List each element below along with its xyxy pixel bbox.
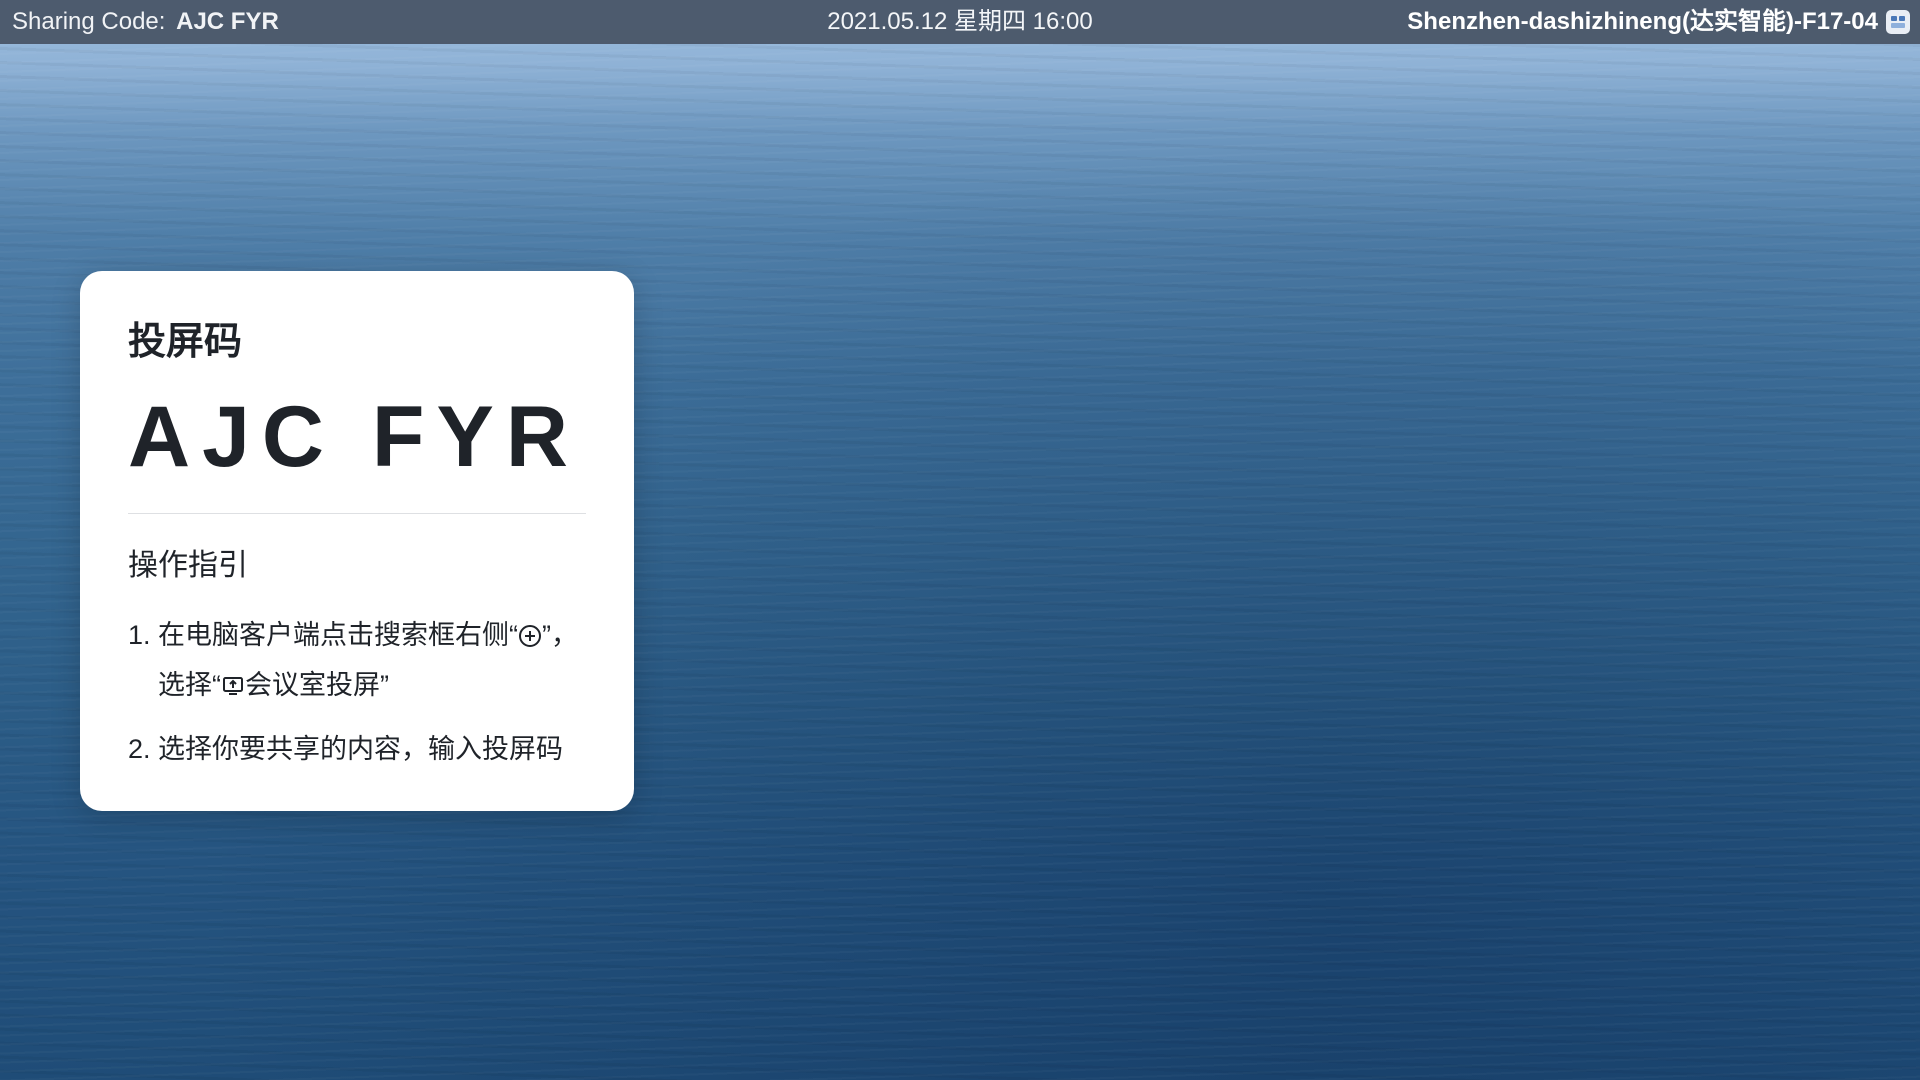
step-text-part: 在电脑客户端点击搜索框右侧“ xyxy=(158,620,518,650)
step-text-part: 会议室投屏” xyxy=(245,670,389,700)
step-text: 在电脑客户端点击搜索框右侧“ ”， 选择“ 会议室投屏” xyxy=(158,612,586,712)
screen-share-icon xyxy=(221,666,245,712)
divider xyxy=(128,513,586,514)
step-number: 2. xyxy=(128,734,151,764)
guide-steps: 1. 在电脑客户端点击搜索框右侧“ ”， 选择“ 会议室投屏” 2. 选择你要共享的… xyxy=(128,612,586,772)
plus-circle-icon xyxy=(518,616,542,662)
screen-share-code-card: 投屏码 AJC FYR 操作指引 1. 在电脑客户端点击搜索框右侧“ ”， 选择“… xyxy=(80,271,634,811)
card-title: 投屏码 xyxy=(128,321,243,363)
guide-step-2: 2. 选择你要共享的内容，输入投屏码 xyxy=(128,726,586,772)
screen-share-code: AJC FYR xyxy=(128,389,580,485)
sharing-code-display: Sharing Code: AJC FYR xyxy=(12,0,279,44)
step-text-part: ”， xyxy=(542,620,578,650)
step-text: 选择你要共享的内容，输入投屏码 xyxy=(158,734,563,764)
sharing-code-label: Sharing Code: xyxy=(12,8,166,35)
guide-step-1: 1. 在电脑客户端点击搜索框右侧“ ”， 选择“ 会议室投屏” xyxy=(128,612,586,712)
step-text-part: 选择“ xyxy=(158,670,221,700)
step-number: 1. xyxy=(128,620,151,650)
room-name: Shenzhen-dashizhineng(达实智能)-F17-04 xyxy=(1407,8,1878,35)
meeting-room-icon[interactable] xyxy=(1886,10,1910,34)
sharing-code-value: AJC FYR xyxy=(176,8,279,35)
guide-title: 操作指引 xyxy=(128,549,248,582)
room-info: Shenzhen-dashizhineng(达实智能)-F17-04 xyxy=(1407,0,1910,44)
status-bar: Sharing Code: AJC FYR 2021.05.12 星期四 16:… xyxy=(0,0,1920,44)
